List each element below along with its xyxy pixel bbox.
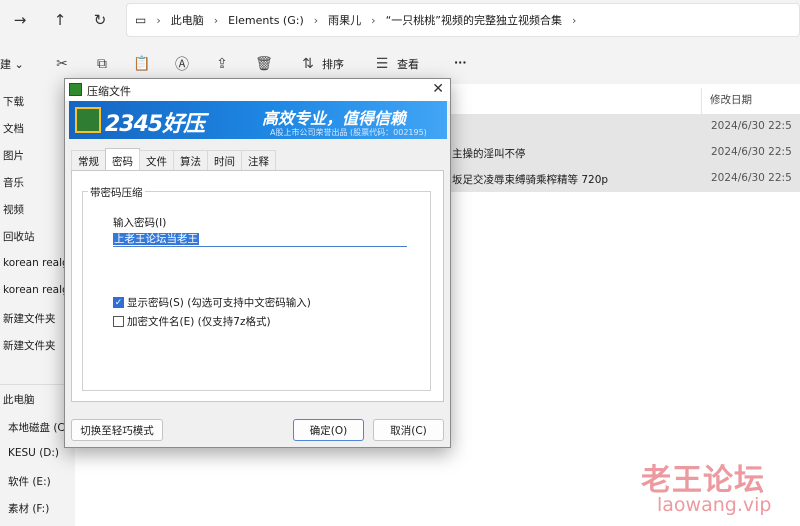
dialog-title: 压缩文件 (87, 85, 131, 98)
delete-icon[interactable]: 🗑 (254, 54, 274, 74)
tab-time[interactable]: 时间 (207, 150, 242, 170)
column-header-date[interactable]: 修改日期 (710, 92, 752, 107)
chevron-right-icon: › (371, 13, 376, 27)
encrypt-filenames-checkbox[interactable] (113, 316, 124, 327)
tab-strip: 常规 密码 文件 算法 时间 注释 (71, 148, 276, 170)
sidebar-item[interactable]: 下载 (3, 94, 24, 109)
sidebar-item-drive[interactable]: KESU (D:) (8, 447, 59, 459)
view-button[interactable]: 查看 (397, 56, 419, 72)
sort-button[interactable]: 排序 (322, 56, 344, 72)
password-value: 上老王论坛当老王 (113, 233, 199, 245)
sidebar-item[interactable]: korean realg (3, 284, 69, 296)
address-field[interactable]: ▭ › 此电脑 › Elements (G:) › 雨果儿 › “一只桃桃”视频… (126, 3, 800, 37)
show-password-label: 显示密码(S) (勾选可支持中文密码输入) (127, 297, 311, 309)
sidebar-item[interactable]: 文档 (3, 121, 24, 136)
chevron-right-icon: › (213, 13, 219, 27)
tab-algorithm[interactable]: 算法 (173, 150, 208, 170)
tab-comment[interactable]: 注释 (241, 150, 276, 170)
sidebar-divider (0, 384, 70, 385)
file-date: 2024/6/30 22:5 (711, 172, 792, 184)
column-divider (701, 88, 702, 114)
breadcrumb-item[interactable]: 此电脑 (171, 12, 204, 28)
monitor-icon: ▭ (135, 13, 147, 27)
sidebar-item[interactable]: 新建文件夹 (3, 311, 56, 326)
password-label: 输入密码(I) (113, 217, 167, 229)
cut-icon[interactable]: ✂ (52, 54, 72, 74)
cancel-button[interactable]: 取消(C) (373, 419, 444, 441)
file-date: 2024/6/30 22:5 (711, 146, 792, 158)
up-icon[interactable]: ↑ (40, 0, 80, 40)
breadcrumb-item[interactable]: Elements (G:) (228, 14, 304, 27)
breadcrumb-item[interactable]: “一只桃桃”视频的完整独立视频合集 (386, 12, 562, 28)
haozip-logo-icon (75, 107, 101, 133)
archive-icon (69, 83, 82, 96)
tab-files[interactable]: 文件 (139, 150, 174, 170)
file-name: 坂足交凌辱束缚骑乘榨精等 720p (452, 174, 609, 186)
chevron-right-icon: › (571, 13, 577, 27)
ok-button[interactable]: 确定(O) (293, 419, 364, 441)
watermark-text: 老王论坛 (641, 463, 765, 498)
sidebar-item-drive[interactable]: 本地磁盘 (C (8, 420, 65, 435)
show-password-checkbox[interactable]: ✓ (113, 297, 124, 308)
sidebar-item-drive[interactable]: 软件 (E:) (8, 474, 51, 489)
sidebar-item[interactable]: korean realg (3, 257, 69, 269)
banner-subtitle: A股上市公司荣誉出品 (股票代码：002195) (270, 128, 427, 137)
show-password-option[interactable]: ✓ 显示密码(S) (勾选可支持中文密码输入) (113, 295, 311, 310)
view-icon[interactable]: ☰ (372, 54, 392, 74)
close-icon[interactable]: ✕ (432, 81, 444, 97)
dialog-titlebar[interactable]: 压缩文件 ✕ (65, 79, 450, 101)
compress-dialog: 压缩文件 ✕ 2345好压 高效专业，值得信赖 A股上市公司荣誉出品 (股票代码… (64, 78, 451, 448)
file-date: 2024/6/30 22:5 (711, 120, 792, 132)
tab-general[interactable]: 常规 (71, 150, 106, 170)
sidebar-item[interactable]: 音乐 (3, 175, 24, 190)
tab-password[interactable]: 密码 (105, 148, 140, 170)
paste-icon[interactable]: 📋 (132, 54, 152, 74)
rename-icon[interactable]: Ⓐ (172, 54, 192, 74)
refresh-icon[interactable]: ↻ (80, 0, 120, 40)
encrypt-filenames-option[interactable]: 加密文件名(E) (仅支持7z格式) (113, 314, 271, 329)
sidebar-item[interactable]: 视频 (3, 202, 24, 217)
sidebar-item-drive[interactable]: 素材 (F:) (8, 501, 49, 516)
share-icon[interactable]: ⇪ (212, 54, 232, 74)
brand-banner: 2345好压 高效专业，值得信赖 A股上市公司荣誉出品 (股票代码：002195… (69, 101, 447, 139)
breadcrumb-item[interactable]: 雨果儿 (328, 12, 361, 28)
sort-icon[interactable]: ⇅ (298, 54, 318, 74)
banner-brand: 2345好压 (105, 112, 205, 137)
password-input[interactable]: 上老王论坛当老王 (113, 231, 407, 247)
sidebar-item-this-pc[interactable]: 此电脑 (3, 392, 35, 407)
banner-slogan: 高效专业，值得信赖 (262, 109, 407, 128)
group-label: 带密码压缩 (88, 185, 145, 200)
encrypt-filenames-label: 加密文件名(E) (仅支持7z格式) (127, 316, 271, 328)
more-options-button[interactable]: ··· (454, 56, 467, 69)
copy-icon[interactable]: ⧉ (92, 54, 112, 74)
switch-mode-button[interactable]: 切换至轻巧模式 (71, 419, 163, 441)
tab-panel-password: 带密码压缩 输入密码(I) 上老王论坛当老王 ✓ 显示密码(S) (勾选可支持中… (71, 170, 444, 402)
watermark-url: laowang.vip (657, 494, 772, 516)
chevron-right-icon: › (313, 13, 319, 27)
chevron-right-icon: › (156, 13, 161, 27)
forward-icon[interactable]: → (0, 0, 40, 40)
address-bar-region: → ↑ ↻ ▭ › 此电脑 › Elements (G:) › 雨果儿 › “一… (0, 0, 800, 40)
file-name: 主操的淫叫不停 (452, 148, 526, 160)
sidebar-item[interactable]: 新建文件夹 (3, 338, 56, 353)
sidebar-item[interactable]: 图片 (3, 148, 24, 163)
sidebar-item[interactable]: 回收站 (3, 229, 35, 244)
new-button[interactable]: 建 ⌄ (0, 56, 24, 72)
